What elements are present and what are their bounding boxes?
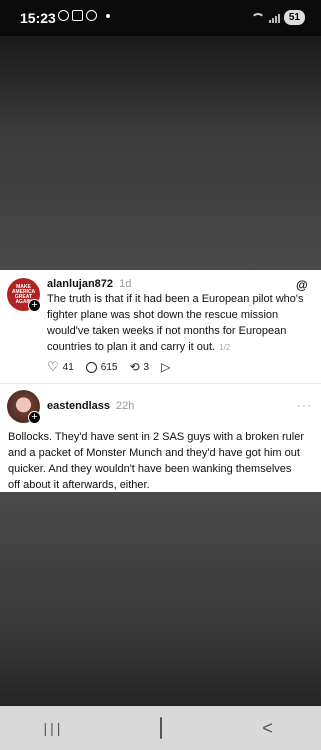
post-line: Bollocks. They'd have sent in 2 SAS guys… — [8, 431, 304, 443]
notification-icons — [58, 10, 110, 21]
gmail-icon — [72, 10, 83, 21]
status-bar: 15:23 51 — [0, 0, 321, 36]
post-line: The truth is that if it had been a Europ… — [47, 293, 304, 305]
home-button[interactable] — [141, 716, 181, 739]
system-icons: 51 — [250, 10, 305, 25]
post-line: countries to plan it and carry it out. 1/… — [47, 341, 231, 353]
post-body: The truth is that if it had been a Europ… — [47, 291, 317, 356]
post-body: Bollocks. They'd have sent in 2 SAS guys… — [8, 429, 318, 493]
divider — [0, 383, 321, 384]
reply-count: 615 — [100, 361, 118, 373]
repost-count: 3 — [143, 361, 150, 373]
home-icon — [159, 716, 162, 739]
like-button[interactable]: ♡ 41 — [47, 359, 74, 375]
heart-icon: ♡ — [47, 359, 59, 374]
threads-screenshot-card: MAKE AMERICA GREAT AGAIN + alanlujan872 … — [0, 270, 321, 492]
recent-apps-icon[interactable]: ||| — [34, 720, 74, 736]
repost-icon: ⟲ — [129, 360, 140, 374]
post-actions: ♡ 41 615 ⟲ 3 ▷ — [47, 359, 170, 375]
clock: 15:23 — [20, 10, 56, 26]
post-time: 1d — [119, 278, 132, 290]
background-bottom — [0, 492, 321, 706]
share-button[interactable]: ▷ — [161, 360, 170, 374]
post-author[interactable]: eastendlass 22h — [47, 400, 134, 412]
comment-icon — [85, 361, 97, 373]
whatsapp-icon — [58, 10, 69, 21]
post-line: fighter plane was shot down the rescue m… — [47, 309, 279, 321]
reply-button[interactable]: 615 — [85, 361, 118, 373]
background-top — [0, 36, 321, 270]
android-nav-bar: ||| < — [0, 706, 321, 750]
follow-plus-icon[interactable]: + — [28, 411, 41, 424]
post-line: and a packet of Monster Munch and they'd… — [8, 447, 300, 459]
thread-counter: 1/2 — [219, 343, 231, 352]
post-line: off about it afterwards, either. — [8, 479, 150, 491]
repost-button[interactable]: ⟲ 3 — [129, 360, 149, 374]
threads-logo-icon: @ — [296, 278, 308, 292]
messenger-icon — [86, 10, 97, 21]
post-time: 22h — [116, 400, 135, 412]
post-line: quicker. And they wouldn't have been wan… — [8, 463, 292, 475]
username[interactable]: eastendlass — [47, 400, 110, 412]
like-count: 41 — [62, 361, 74, 373]
more-options-icon[interactable]: ··· — [297, 398, 312, 412]
back-icon[interactable]: < — [248, 718, 288, 739]
signal-icon — [268, 13, 280, 23]
battery-indicator: 51 — [283, 10, 305, 25]
share-icon: ▷ — [161, 360, 171, 374]
post-line: would've taken weeks if not months for E… — [47, 325, 287, 337]
more-notifications-icon — [106, 13, 110, 18]
post-author[interactable]: alanlujan872 1d — [47, 278, 131, 290]
wifi-icon — [250, 12, 265, 23]
username[interactable]: alanlujan872 — [47, 278, 113, 290]
follow-plus-icon[interactable]: + — [28, 299, 41, 312]
